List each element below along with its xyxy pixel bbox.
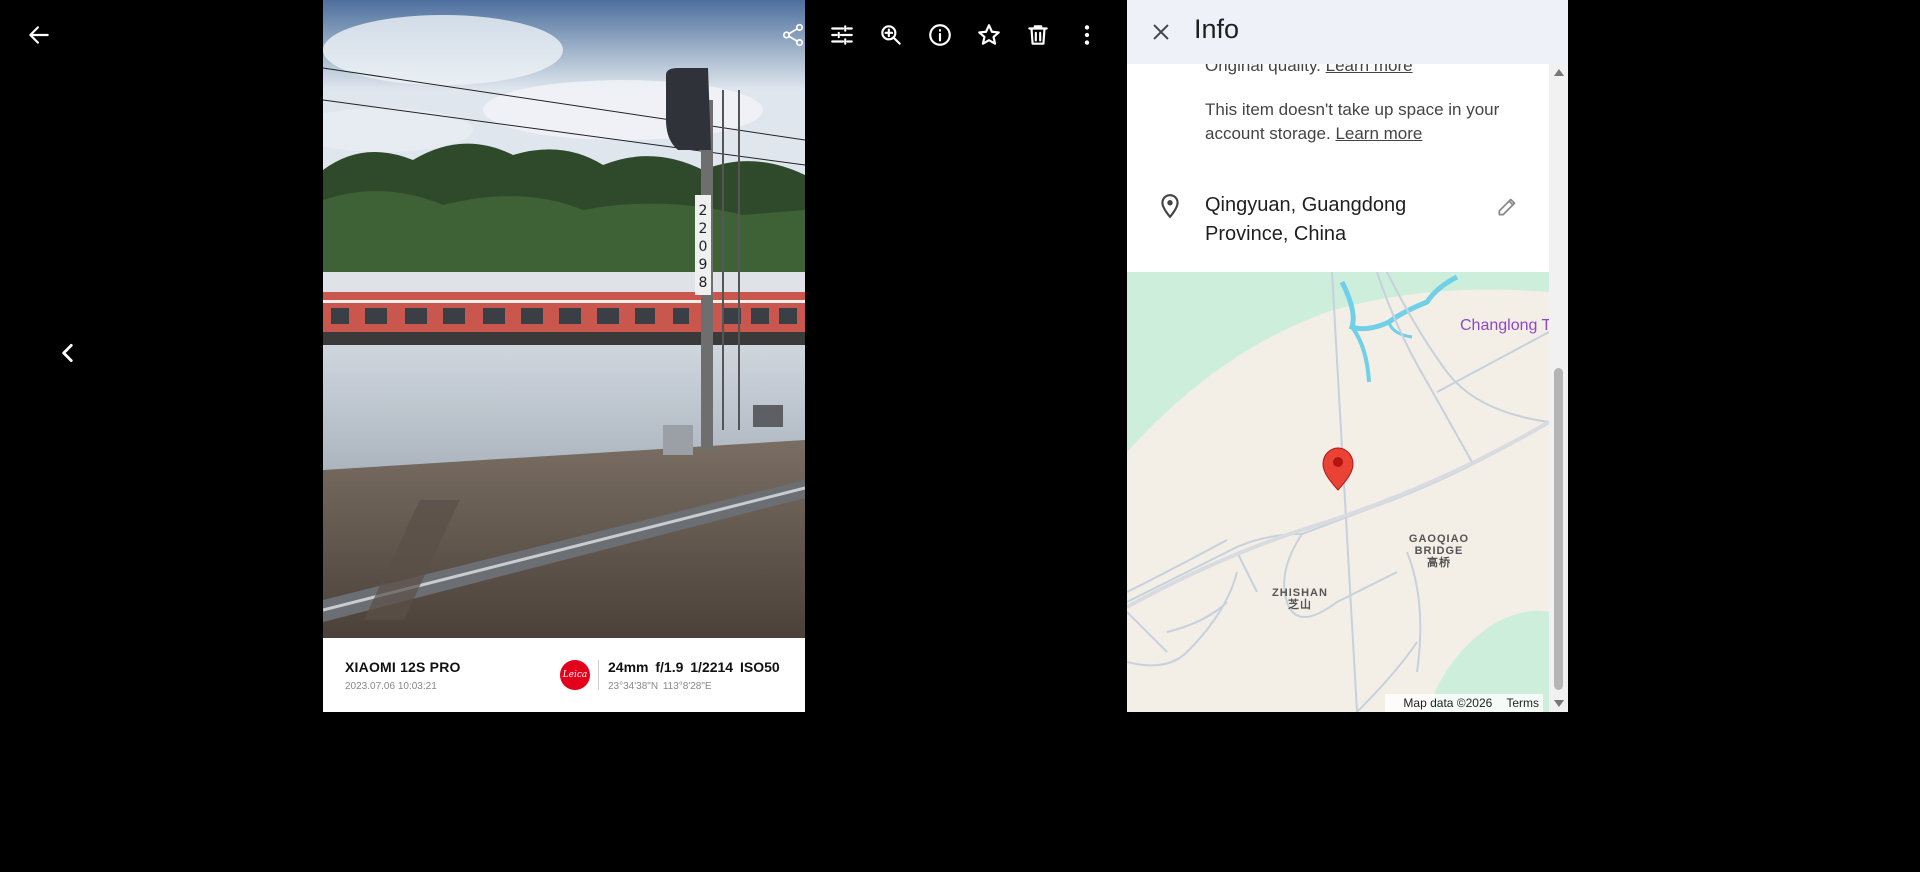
location-map[interactable]: Changlong T GAOQIAO BRIDGE 高桥 ZHISHAN 芝山… [1127,272,1549,712]
storage-line-1: This item doesn't take up space in your [1205,100,1500,119]
map-copyright: Map data ©2026 [1403,696,1493,710]
camera-model: XIAOMI 12S PRO [345,659,461,675]
gps-coords: 23°34'38"N 113°8'28"E [608,681,712,692]
map-terms-link[interactable]: Terms [1506,696,1539,710]
pole-digit: 2 [699,203,708,219]
pole-digit: 8 [699,275,708,291]
map-label-zhishan: ZHISHAN [1272,587,1328,599]
leica-logo: Leica [560,660,590,690]
pole-digit: 2 [699,221,708,237]
back-arrow-icon[interactable] [19,15,59,55]
previous-chevron-icon[interactable] [48,333,88,373]
pencil-icon[interactable] [1495,193,1521,219]
share-icon[interactable] [773,15,813,55]
info-icon[interactable] [920,15,960,55]
location-text: Qingyuan, Guangdong Province, China [1205,194,1407,245]
scroll-thumb[interactable] [1554,368,1563,690]
location-pin-icon [1161,194,1179,219]
map-label-gaoqiao: GAOQIAO BRIDGE [1408,533,1470,557]
delete-icon[interactable] [1018,15,1058,55]
more-vert-icon[interactable] [1067,15,1107,55]
map-marker-icon[interactable] [1322,447,1354,491]
scroll-down-icon[interactable] [1554,700,1564,707]
star-icon[interactable] [969,15,1009,55]
info-title: Info [1194,14,1240,44]
pole-digit: 9 [699,257,708,273]
info-panel: Original quality. Learn more This item d… [1127,0,1568,712]
map-label-zhishan-cn: 芝山 [1288,599,1312,611]
storage-line-2: account storage. Learn more [1205,122,1422,146]
photo-viewer: 2 2 0 9 8 XIAOMI 12S PRO 2023.07.06 10:0… [0,0,1127,712]
tune-icon[interactable] [822,15,862,55]
zoom-in-icon[interactable] [871,15,911,55]
map-label-gaoqiao-cn: 高桥 [1427,557,1451,569]
storage-text: account storage. [1205,124,1331,143]
info-scrollbar[interactable] [1549,64,1568,712]
photo-watermark: XIAOMI 12S PRO 2023.07.06 10:03:21 Leica… [323,638,805,712]
close-icon[interactable] [1141,12,1181,52]
pole-digit: 0 [699,239,708,255]
info-header: Info [1127,0,1568,64]
photo-image: 2 2 0 9 8 [323,0,805,638]
map-footer: Map data ©2026 Terms [1385,694,1543,712]
watermark-divider [598,660,599,690]
capture-datetime: 2023.07.06 10:03:21 [345,681,437,692]
storage-learn-more-link[interactable]: Learn more [1335,124,1422,143]
map-label-changlong[interactable]: Changlong T [1460,317,1549,335]
scroll-up-icon[interactable] [1554,69,1564,76]
exposure-params: 24mm f/1.9 1/2214 ISO50 [608,659,780,675]
